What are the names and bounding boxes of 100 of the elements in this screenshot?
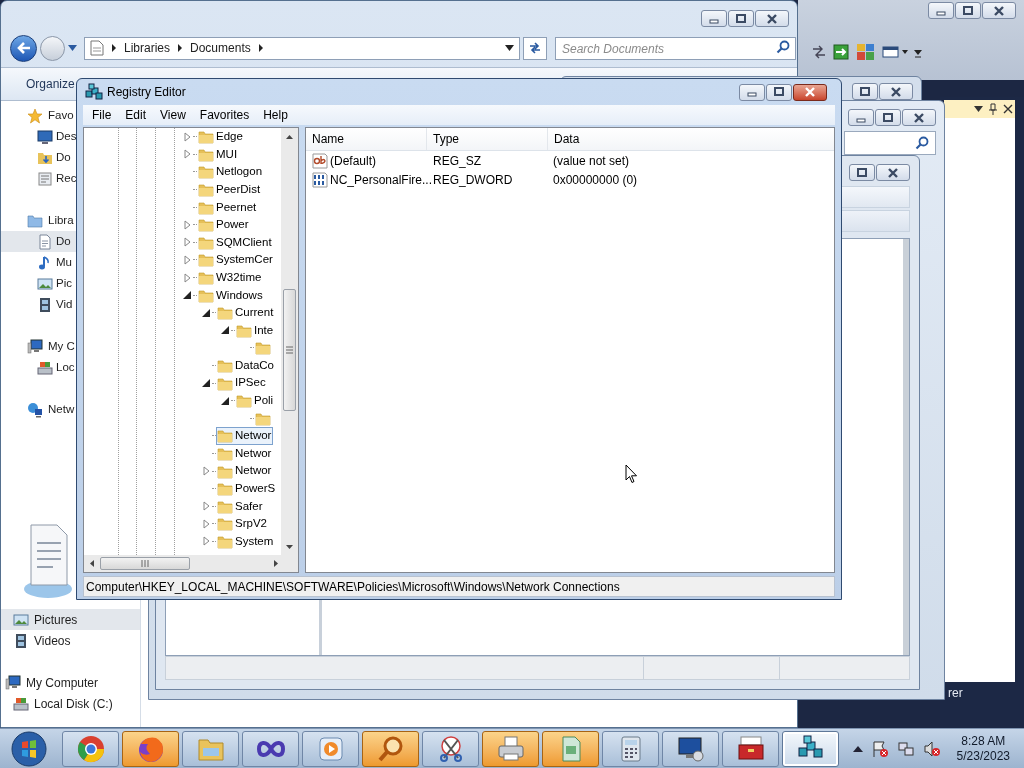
tree-item[interactable]: SystemCer — [84, 251, 281, 269]
breadcrumb-item[interactable]: Libraries — [124, 39, 171, 57]
expanded-arrow-icon[interactable] — [202, 378, 212, 389]
tree-item[interactable]: Windows — [84, 286, 281, 304]
breadcrumb-arrow-icon[interactable] — [177, 44, 184, 52]
nav-item[interactable]: My Computer — [1, 672, 140, 693]
nav-item[interactable]: Pic — [1, 273, 77, 294]
menu-item[interactable]: View — [153, 106, 193, 124]
menu-item[interactable]: Edit — [118, 106, 154, 124]
horizontal-scrollbar[interactable] — [84, 555, 298, 572]
collapsed-arrow-icon[interactable] — [183, 237, 193, 248]
tree-item[interactable]: Safer — [84, 497, 281, 516]
tree-item[interactable]: Power — [84, 215, 281, 234]
nav-item[interactable]: Pictures — [1, 609, 140, 630]
refresh-button[interactable] — [523, 36, 547, 60]
search-field[interactable]: Search Documents — [555, 37, 796, 61]
tree-item[interactable]: PowerS — [84, 479, 281, 498]
nav-item[interactable]: Mu — [1, 252, 77, 273]
collapsed-arrow-icon[interactable] — [202, 501, 212, 512]
collapsed-arrow-icon[interactable] — [183, 131, 193, 142]
nav-item[interactable]: Des — [1, 126, 77, 147]
tree-item[interactable]: SQMClient — [84, 233, 281, 252]
nav-item[interactable]: Netw — [1, 399, 77, 420]
close-icon[interactable] — [1003, 104, 1013, 114]
tree-item[interactable]: SrpV2 — [84, 515, 281, 533]
breadcrumb-arrow-icon[interactable] — [111, 44, 117, 52]
expanded-arrow-icon[interactable] — [202, 307, 212, 318]
taskbar-button[interactable] — [422, 730, 479, 767]
nav-item[interactable]: Do — [1, 231, 77, 252]
back-button[interactable] — [10, 34, 37, 62]
pin-icon[interactable] — [989, 103, 997, 115]
toolbar-button[interactable]: Organize — [24, 72, 77, 96]
taskbar-button[interactable] — [242, 730, 299, 767]
clock-date[interactable]: 5/23/2023 — [956, 748, 1010, 764]
taskbar-button[interactable] — [602, 730, 659, 767]
dropdown-caret-icon[interactable] — [974, 106, 983, 112]
breadcrumb-arrow-icon[interactable] — [257, 44, 264, 52]
expanded-arrow-icon[interactable] — [221, 395, 231, 406]
tree-item[interactable]: Inte — [84, 321, 281, 340]
muted-speaker-icon[interactable] — [922, 739, 941, 758]
collapsed-arrow-icon[interactable] — [183, 272, 193, 283]
column-header[interactable]: Data — [548, 128, 834, 150]
menu-item[interactable]: Favorites — [192, 106, 257, 124]
nav-item[interactable]: My C — [1, 336, 77, 357]
tree-item[interactable]: PeerDist — [84, 180, 281, 199]
taskbar-button[interactable] — [482, 730, 539, 767]
search-field[interactable] — [844, 131, 936, 155]
taskbar-button[interactable] — [122, 730, 179, 767]
maximize-button[interactable] — [766, 83, 792, 101]
nav-item[interactable]: Rec — [1, 168, 77, 189]
show-hidden-icons-icon[interactable] — [852, 744, 863, 753]
close-button[interactable] — [755, 10, 789, 27]
close-button[interactable] — [982, 2, 1016, 19]
tiles-icon[interactable] — [856, 43, 876, 61]
dropdown-caret-icon[interactable] — [505, 45, 514, 51]
taskbar-button[interactable] — [722, 730, 779, 767]
taskbar-button[interactable] — [782, 730, 839, 767]
vertical-scrollbar[interactable] — [281, 128, 298, 555]
taskbar-button[interactable] — [662, 730, 719, 767]
collapsed-arrow-icon[interactable] — [202, 536, 212, 547]
nav-item[interactable]: Favo — [1, 105, 77, 126]
nav-item[interactable]: Local Disk (C:) — [1, 693, 140, 714]
exit-icon[interactable] — [832, 43, 850, 61]
maximize-button[interactable] — [849, 164, 875, 181]
network-icon[interactable] — [896, 739, 915, 758]
window-icon[interactable] — [882, 45, 908, 59]
nav-item[interactable]: Videos — [1, 630, 140, 651]
close-button[interactable] — [793, 83, 827, 101]
scroll-thumb[interactable] — [283, 289, 296, 411]
maximize-button[interactable] — [728, 10, 754, 27]
tree-item[interactable]: Networ — [84, 462, 281, 480]
maximize-button[interactable] — [955, 2, 981, 19]
tree-item[interactable]: DataCo — [84, 356, 281, 375]
arrows-icon[interactable] — [812, 45, 826, 59]
expanded-arrow-icon[interactable] — [221, 325, 231, 336]
tree-item[interactable]: Edge — [84, 128, 281, 146]
tree-item[interactable]: Current — [84, 303, 281, 322]
tree-item[interactable]: Peernet — [84, 198, 281, 216]
tree-item[interactable]: Networ — [84, 427, 281, 445]
close-button[interactable] — [879, 83, 913, 100]
maximize-button[interactable] — [852, 83, 878, 100]
flag-icon[interactable] — [870, 739, 889, 758]
collapsed-arrow-icon[interactable] — [183, 149, 193, 160]
collapsed-arrow-icon[interactable] — [183, 219, 193, 230]
address-field[interactable]: Libraries Documents — [84, 36, 520, 60]
close-button[interactable] — [876, 164, 910, 181]
taskbar-button[interactable] — [362, 730, 419, 767]
tree-item[interactable]: MUI — [84, 145, 281, 164]
collapsed-arrow-icon[interactable] — [202, 518, 212, 529]
scroll-thumb[interactable] — [100, 557, 190, 570]
collapsed-arrow-icon[interactable] — [202, 466, 212, 477]
tree-item[interactable]: W32time — [84, 268, 281, 287]
history-caret-icon[interactable] — [68, 45, 77, 51]
tree-item[interactable]: System — [84, 532, 281, 551]
tree-item[interactable]: Netlogon — [84, 163, 281, 181]
nav-item[interactable]: Vid — [1, 294, 77, 315]
menu-item[interactable]: File — [85, 106, 119, 124]
collapsed-arrow-icon[interactable] — [183, 254, 193, 265]
nav-item[interactable]: Libra — [1, 210, 77, 231]
maximize-button[interactable] — [875, 109, 901, 126]
